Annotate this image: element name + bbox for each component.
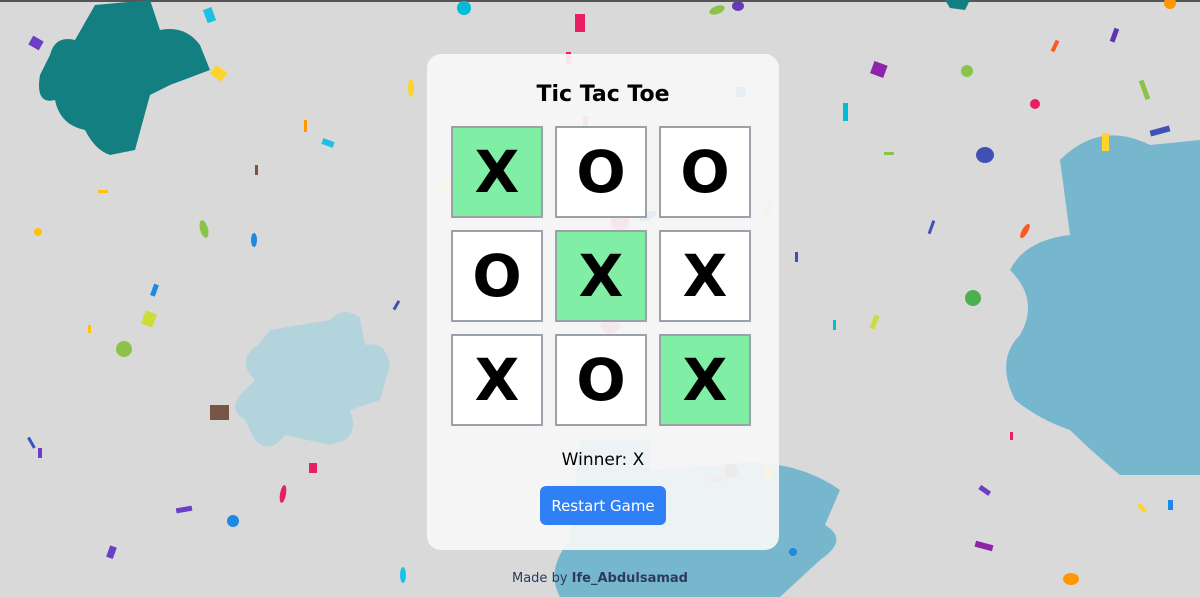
board-cell-2[interactable]: O	[555, 126, 647, 218]
board-cell-1[interactable]: X	[451, 126, 543, 218]
board-cell-3[interactable]: O	[659, 126, 751, 218]
game-card: Tic Tac Toe X O O O X X X O X Winner: X …	[427, 54, 779, 550]
board-cell-5[interactable]: X	[555, 230, 647, 322]
puzzle-piece-blue-right	[1006, 135, 1200, 475]
game-board: X O O O X X X O X	[451, 126, 755, 430]
puzzle-piece-lightblue-left	[235, 311, 390, 447]
puzzle-piece-top-edge	[945, 0, 970, 10]
author-name: Ife_Abdulsamad	[571, 571, 688, 586]
puzzle-piece-teal	[39, 0, 210, 155]
footer-credit: Made by Ife_Abdulsamad	[0, 571, 1200, 586]
restart-game-button[interactable]: Restart Game	[540, 486, 666, 525]
board-cell-4[interactable]: O	[451, 230, 543, 322]
board-cell-7[interactable]: X	[451, 334, 543, 426]
winner-status: Winner: X	[561, 450, 645, 470]
board-cell-9[interactable]: X	[659, 334, 751, 426]
board-cell-6[interactable]: X	[659, 230, 751, 322]
game-title: Tic Tac Toe	[536, 82, 670, 107]
board-cell-8[interactable]: O	[555, 334, 647, 426]
footer-prefix: Made by	[512, 571, 568, 586]
